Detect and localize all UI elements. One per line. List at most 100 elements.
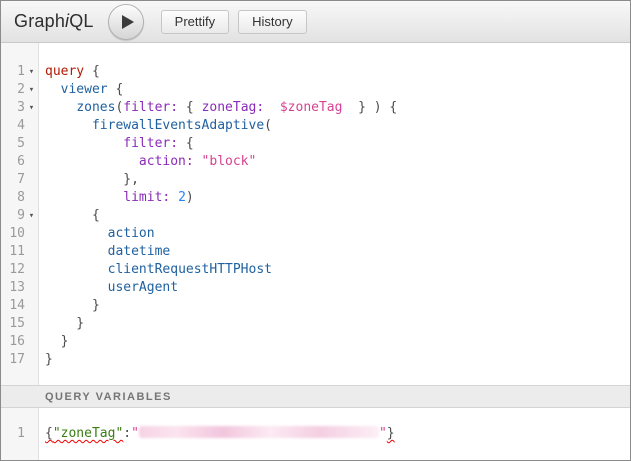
code-line-13: userAgent (45, 279, 630, 297)
code-token: zones (76, 100, 115, 115)
code-token: datetime (108, 244, 171, 259)
code-token (264, 100, 280, 115)
code-token: { (45, 426, 53, 441)
code-line-2: viewer { (45, 81, 630, 99)
line-number: 14 (5, 297, 25, 315)
code-token: "zoneTag" (53, 426, 123, 441)
code-line-16: } (45, 333, 630, 351)
line-number: 15 (5, 315, 25, 333)
code-token: } (45, 334, 68, 349)
fold-arrow-icon[interactable]: ▾ (25, 63, 38, 81)
code-token: clientRequestHTTPHost (108, 262, 272, 277)
code-token: { (84, 64, 100, 79)
toolbar: GraphiQL Prettify History (1, 1, 630, 43)
fold-arrow-icon[interactable]: ▾ (25, 81, 38, 99)
code-line-15: } (45, 315, 630, 333)
code-line-7: }, (45, 171, 630, 189)
code-token: } (45, 298, 100, 313)
code-token: viewer (61, 82, 108, 97)
variables-code-line: {"zoneTag":""} (45, 425, 630, 443)
code-token (45, 244, 108, 259)
code-token (45, 262, 108, 277)
code-token: { (92, 208, 100, 223)
code-line-17: } (45, 351, 630, 369)
line-number: 7 (5, 171, 25, 189)
line-number: 11 (5, 243, 25, 261)
code-token: userAgent (108, 280, 178, 295)
code-token: 2 (178, 190, 186, 205)
query-editor[interactable]: 1▾2▾3▾456789▾1011121314151617 query { vi… (1, 43, 630, 385)
code-token (45, 118, 92, 133)
line-number: 17 (5, 351, 25, 369)
code-token: zoneTag: (202, 100, 265, 115)
code-token: filter: (123, 136, 178, 151)
code-token: firewallEventsAdaptive (92, 118, 264, 133)
code-token (45, 136, 123, 151)
code-token: : (123, 426, 131, 441)
line-number: 12 (5, 261, 25, 279)
code-token (45, 190, 123, 205)
execute-button[interactable] (108, 4, 144, 40)
code-token: ( (264, 118, 272, 133)
code-line-6: action: "block" (45, 153, 630, 171)
graphiql-window: GraphiQL Prettify History 1▾2▾3▾456789▾1… (0, 0, 631, 461)
logo-text-post: QL (69, 11, 93, 31)
line-number: 13 (5, 279, 25, 297)
graphiql-logo: GraphiQL (14, 11, 94, 32)
code-token: { (108, 82, 124, 97)
code-token: } ) { (342, 100, 397, 115)
line-number: 5 (5, 135, 25, 153)
variables-title-bar[interactable]: QUERY VARIABLES (1, 385, 630, 408)
code-token: }, (123, 172, 139, 187)
play-icon (122, 15, 134, 29)
prettify-button[interactable]: Prettify (161, 10, 229, 34)
code-line-10: action (45, 225, 630, 243)
code-line-1: query { (45, 63, 630, 81)
code-token (194, 154, 202, 169)
code-line-3: zones(filter: { zoneTag: $zoneTag } ) { (45, 99, 630, 117)
code-token: } (45, 316, 84, 331)
code-line-9: { (45, 207, 630, 225)
code-line-12: clientRequestHTTPHost (45, 261, 630, 279)
code-token: action (108, 226, 155, 241)
line-number: 4 (5, 117, 25, 135)
line-number: 16 (5, 333, 25, 351)
code-token: } (45, 352, 53, 367)
variables-title: QUERY VARIABLES (45, 391, 172, 403)
code-token (45, 82, 61, 97)
code-token (45, 226, 108, 241)
fold-arrow-icon[interactable]: ▾ (25, 99, 38, 117)
code-line-4: firewallEventsAdaptive( (45, 117, 630, 135)
code-token (45, 100, 76, 115)
line-number: 6 (5, 153, 25, 171)
query-gutter: 1▾2▾3▾456789▾1011121314151617 (1, 43, 39, 385)
code-line-14: } (45, 297, 630, 315)
variables-code[interactable]: {"zoneTag":""} (39, 408, 630, 460)
code-token: limit: (123, 190, 170, 205)
line-number: 8 (5, 189, 25, 207)
line-number: 3 (5, 99, 25, 117)
variables-gutter: 1 (1, 408, 39, 460)
code-token: " (379, 426, 387, 441)
code-token: ) (186, 190, 194, 205)
logo-text-pre: Graph (14, 11, 65, 31)
variables-line-number: 1 (5, 425, 25, 443)
code-token (45, 280, 108, 295)
code-token: " (131, 426, 139, 441)
line-number: 2 (5, 81, 25, 99)
code-line-5: filter: { (45, 135, 630, 153)
code-token: } (387, 426, 395, 441)
code-token: query (45, 64, 84, 79)
code-token: "block" (202, 154, 257, 169)
code-token: action: (139, 154, 194, 169)
code-token (45, 154, 139, 169)
code-token (45, 208, 92, 223)
query-code[interactable]: query { viewer { zones(filter: { zoneTag… (39, 43, 630, 385)
variables-editor[interactable]: 1 {"zoneTag":""} (1, 408, 630, 460)
code-token: $zoneTag (280, 100, 343, 115)
code-token (45, 172, 123, 187)
fold-arrow-icon[interactable]: ▾ (25, 207, 38, 225)
code-token: { (178, 136, 194, 151)
history-button[interactable]: History (238, 10, 306, 34)
code-token (170, 190, 178, 205)
